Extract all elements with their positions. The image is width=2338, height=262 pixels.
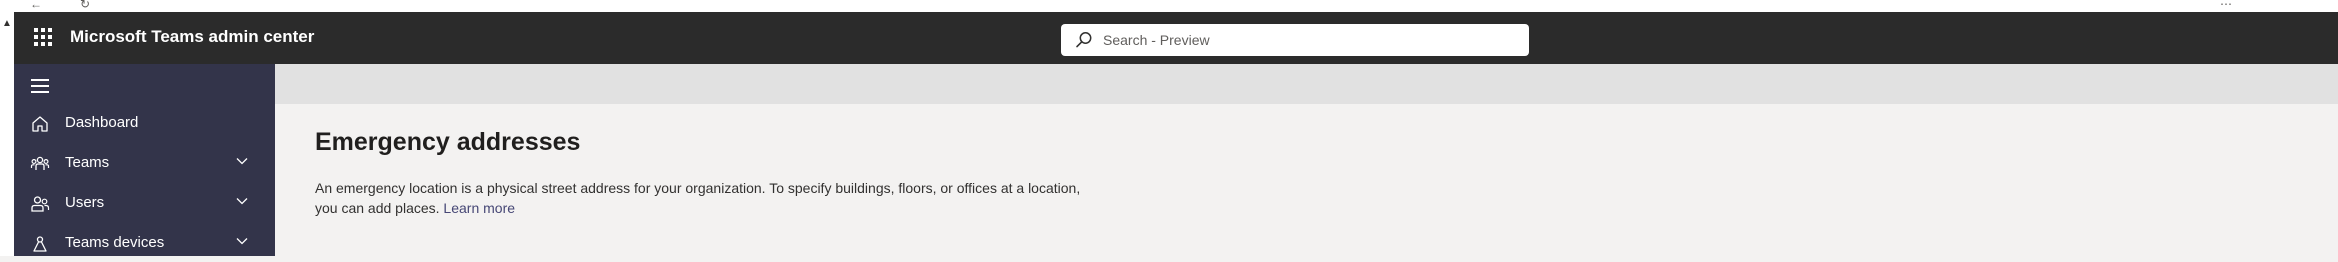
sidebar-item-dashboard[interactable]: Dashboard [14, 104, 275, 142]
chevron-down-icon[interactable] [236, 197, 248, 205]
sidebar-item-label: Users [65, 194, 105, 211]
hamburger-menu-icon[interactable] [31, 79, 49, 97]
refresh-icon[interactable]: ↻ [80, 0, 90, 11]
main-content: Emergency addresses An emergency locatio… [275, 64, 2338, 256]
page-description: An emergency location is a physical stre… [315, 178, 1115, 218]
search-icon [1076, 32, 1092, 48]
sidebar-item-teams-devices[interactable]: Teams devices [14, 224, 275, 262]
home-icon [32, 116, 48, 132]
sidebar-item-label: Teams [65, 154, 110, 171]
chevron-down-icon[interactable] [236, 157, 248, 165]
command-bar [275, 64, 2338, 104]
browser-menu-icon[interactable]: ⋯ [2220, 0, 2232, 11]
caret-up-icon[interactable]: ▲ [2, 18, 12, 29]
top-header: Microsoft Teams admin center Search - Pr… [14, 12, 2338, 64]
sidebar-item-users[interactable]: Users [14, 184, 275, 222]
search-placeholder: Search - Preview [1103, 32, 1210, 48]
teams-icon [30, 156, 50, 170]
users-icon [31, 196, 50, 212]
chevron-down-icon[interactable] [236, 237, 248, 245]
search-input[interactable]: Search - Preview [1061, 24, 1529, 56]
sidebar-item-label: Dashboard [65, 114, 139, 131]
sidebar-item-teams[interactable]: Teams [14, 144, 275, 182]
page-title: Emergency addresses [315, 128, 581, 156]
description-line-2: you can add places. [315, 200, 440, 216]
app-launcher-icon[interactable] [34, 28, 52, 46]
sidebar-item-label: Teams devices [65, 234, 165, 251]
description-line-1: An emergency location is a physical stre… [315, 180, 1081, 196]
window-edge: ▲ [0, 12, 15, 256]
back-icon[interactable]: ← [30, 0, 42, 11]
app-title[interactable]: Microsoft Teams admin center [70, 27, 314, 47]
learn-more-link[interactable]: Learn more [443, 200, 515, 216]
devices-icon [33, 236, 47, 252]
sidebar: Dashboard Teams Users Teams devices [14, 64, 275, 256]
